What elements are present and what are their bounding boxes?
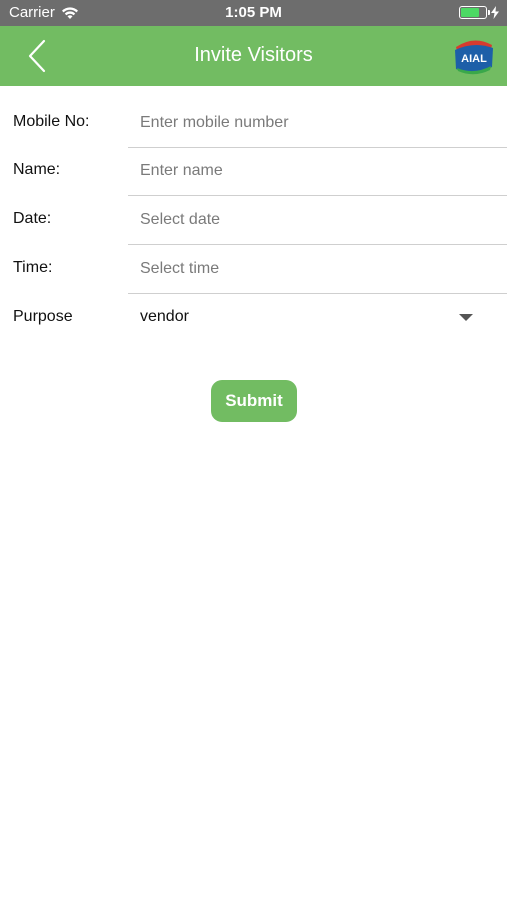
time-field bbox=[128, 245, 507, 294]
status-time: 1:05 PM bbox=[225, 4, 282, 21]
purpose-select[interactable]: vendor bbox=[128, 294, 507, 343]
aial-logo-icon: AIAL bbox=[455, 40, 493, 75]
name-field bbox=[128, 147, 507, 196]
aial-logo: AIAL bbox=[452, 37, 496, 75]
time-row: Time: bbox=[0, 245, 507, 294]
purpose-value: vendor bbox=[140, 308, 189, 325]
mobile-field bbox=[128, 99, 507, 148]
purpose-label: Purpose bbox=[13, 308, 73, 325]
submit-button[interactable]: Submit bbox=[211, 380, 297, 422]
battery-icon bbox=[459, 6, 490, 19]
time-label: Time: bbox=[13, 259, 53, 276]
mobile-label: Mobile No: bbox=[13, 113, 90, 130]
battery-tip bbox=[488, 10, 490, 15]
date-input[interactable] bbox=[140, 208, 480, 232]
battery-level bbox=[461, 8, 479, 17]
purpose-row: Purpose vendor bbox=[0, 294, 507, 343]
name-label: Name: bbox=[13, 161, 61, 178]
time-input[interactable] bbox=[140, 257, 480, 281]
page-title: Invite Visitors bbox=[194, 44, 313, 66]
mobile-row: Mobile No: bbox=[0, 99, 507, 148]
status-right bbox=[459, 6, 499, 19]
nav-bar: Invite Visitors AIAL bbox=[0, 26, 507, 86]
status-bar: Carrier 1:05 PM bbox=[0, 0, 507, 26]
date-row: Date: bbox=[0, 196, 507, 245]
name-row: Name: bbox=[0, 147, 507, 196]
chevron-down-icon bbox=[459, 314, 473, 321]
charging-bolt-icon bbox=[491, 6, 499, 19]
name-input[interactable] bbox=[140, 159, 480, 183]
date-field bbox=[128, 196, 507, 245]
date-label: Date: bbox=[13, 210, 52, 227]
invite-visitors-screen: Carrier 1:05 PM Invite Visitors AIAL Mob… bbox=[0, 0, 507, 900]
mobile-input[interactable] bbox=[140, 111, 480, 135]
logo-text: AIAL bbox=[461, 53, 487, 65]
